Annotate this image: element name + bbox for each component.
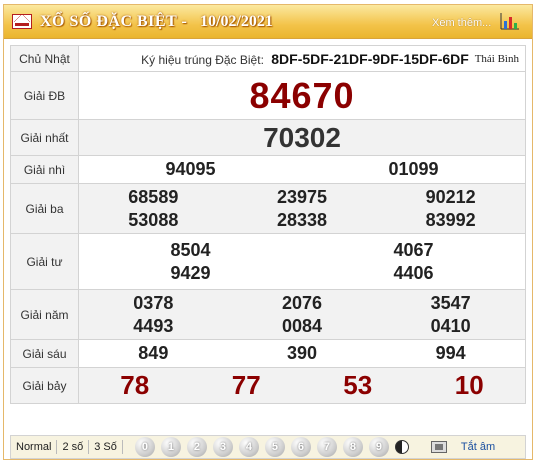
kyhieu-code: 8DF-5DF-21DF-9DF-15DF-6DF: [271, 50, 469, 67]
prize-number: 78: [120, 370, 150, 400]
draw-date: 10/02/2021: [200, 13, 273, 30]
prize-values-ba: 68589 53088 23975 28338 90212 83992: [78, 183, 526, 234]
prize-values-db: 84670: [78, 71, 526, 120]
prize-number: 0084: [281, 315, 322, 336]
mail-icon: [12, 14, 32, 29]
prize-label-nhat: Giải nhất: [10, 119, 79, 156]
prize-number: 53: [343, 370, 373, 400]
prize-label-ba: Giải ba: [10, 183, 79, 234]
digit-button[interactable]: 2: [186, 437, 207, 457]
table-row: Giải ĐB 84670: [10, 71, 526, 120]
prize-values-tu: 8504 9429 4067 4406: [78, 233, 526, 290]
prize-number: 4493: [133, 315, 174, 336]
prize-number: 94095: [165, 159, 216, 179]
table-row: Giải tư 8504 9429 4067 4406: [10, 233, 526, 290]
digit-button[interactable]: 5: [264, 437, 285, 457]
prize-values-nam: 0378 4493 2076 0084 3547 0410: [78, 289, 526, 340]
table-row: Chủ Nhật Ký hiệu trúng Đặc Biệt: 8DF-5DF…: [10, 45, 526, 72]
prize-number: 2076: [281, 292, 322, 313]
prize-number: 83992: [425, 209, 476, 230]
prize-values-nhi: 94095 01099: [78, 155, 526, 184]
speaker-icon[interactable]: [430, 441, 447, 453]
prize-number: 4406: [393, 262, 434, 283]
table-row: Giải nhất 70302: [10, 119, 526, 156]
prize-number: 9429: [170, 262, 211, 283]
prize-number: 68589: [128, 186, 179, 207]
table-row: Giải bảy 78 77 53 10: [10, 367, 526, 404]
bar-chart-icon[interactable]: [500, 12, 520, 30]
prize-number: 53088: [128, 209, 179, 230]
table-row: Giải năm 0378 4493 2076 0084 3547 0410: [10, 289, 526, 340]
province-name: Thái Bình: [474, 53, 519, 65]
prize-number: 01099: [388, 159, 439, 179]
prize-label-db: Giải ĐB: [10, 71, 79, 120]
digit-button[interactable]: 1: [160, 437, 181, 457]
prize-number: 90212: [425, 186, 476, 207]
prize-number: 0378: [133, 292, 174, 313]
digit-button[interactable]: 7: [316, 437, 337, 457]
prize-label-nam: Giải năm: [10, 289, 79, 340]
prize-label-tu: Giải tư: [10, 233, 79, 290]
panel-header: XỔ SỐ ĐẶC BIỆT - 10/02/2021 Xem thêm...: [4, 5, 532, 39]
see-more-link[interactable]: Xem thêm...: [432, 17, 491, 29]
prize-label-bay: Giải bảy: [10, 367, 79, 404]
mode-normal-button[interactable]: Normal: [11, 440, 58, 454]
mute-sound-link[interactable]: Tắt âm: [461, 441, 495, 453]
prize-values-nhat: 70302: [78, 119, 526, 156]
prize-number: 0410: [430, 315, 471, 336]
prize-number: 8504: [170, 239, 211, 260]
mode-3-digit-button[interactable]: 3 Số: [89, 440, 123, 454]
lottery-result-panel: XỔ SỐ ĐẶC BIỆT - 10/02/2021 Xem thêm... …: [3, 4, 533, 460]
prize-number: 3547: [430, 292, 471, 313]
prize-number: 77: [231, 370, 261, 400]
prize-number: 849: [138, 343, 169, 363]
prize-number: 10: [454, 370, 484, 400]
table-row: Giải sáu 849 390 994: [10, 339, 526, 368]
prize-number: 994: [435, 343, 466, 363]
digit-button[interactable]: 4: [238, 437, 259, 457]
prize-number: 28338: [276, 209, 327, 230]
prize-label-nhi: Giải nhì: [10, 155, 79, 184]
prize-values-sau: 849 390 994: [78, 339, 526, 368]
panel-title: XỔ SỐ ĐẶC BIỆT -: [40, 13, 188, 30]
day-of-week: Chủ Nhật: [10, 45, 79, 72]
prize-label-sau: Giải sáu: [10, 339, 79, 368]
prize-number: 4067: [393, 239, 434, 260]
kyhieu-label: Ký hiệu trúng Đặc Biệt:: [141, 52, 264, 67]
results-table: Chủ Nhật Ký hiệu trúng Đặc Biệt: 8DF-5DF…: [10, 45, 526, 404]
digit-button[interactable]: 6: [290, 437, 311, 457]
digit-button[interactable]: 3: [212, 437, 233, 457]
prize-number: 23975: [276, 186, 327, 207]
prize-number: 390: [286, 343, 317, 363]
table-row: Giải nhì 94095 01099: [10, 155, 526, 184]
digit-button[interactable]: 9: [368, 437, 389, 457]
special-prize-number: 84670: [249, 74, 355, 116]
digit-button[interactable]: 0: [134, 437, 155, 457]
digit-filter: 0 1 2 3 4 5 6 7 8 9: [134, 437, 389, 457]
mode-2-digit-button[interactable]: 2 số: [57, 440, 90, 454]
kyhieu-cell: Ký hiệu trúng Đặc Biệt: 8DF-5DF-21DF-9DF…: [78, 45, 526, 72]
prize-values-bay: 78 77 53 10: [78, 367, 526, 404]
result-toolbar: Normal 2 số 3 Số 0 1 2 3 4 5 6 7 8 9 Tắt…: [10, 435, 526, 459]
digit-button[interactable]: 8: [342, 437, 363, 457]
first-prize-number: 70302: [263, 121, 341, 153]
yin-yang-icon[interactable]: [394, 440, 409, 454]
table-row: Giải ba 68589 53088 23975 28338 90212 83…: [10, 183, 526, 234]
